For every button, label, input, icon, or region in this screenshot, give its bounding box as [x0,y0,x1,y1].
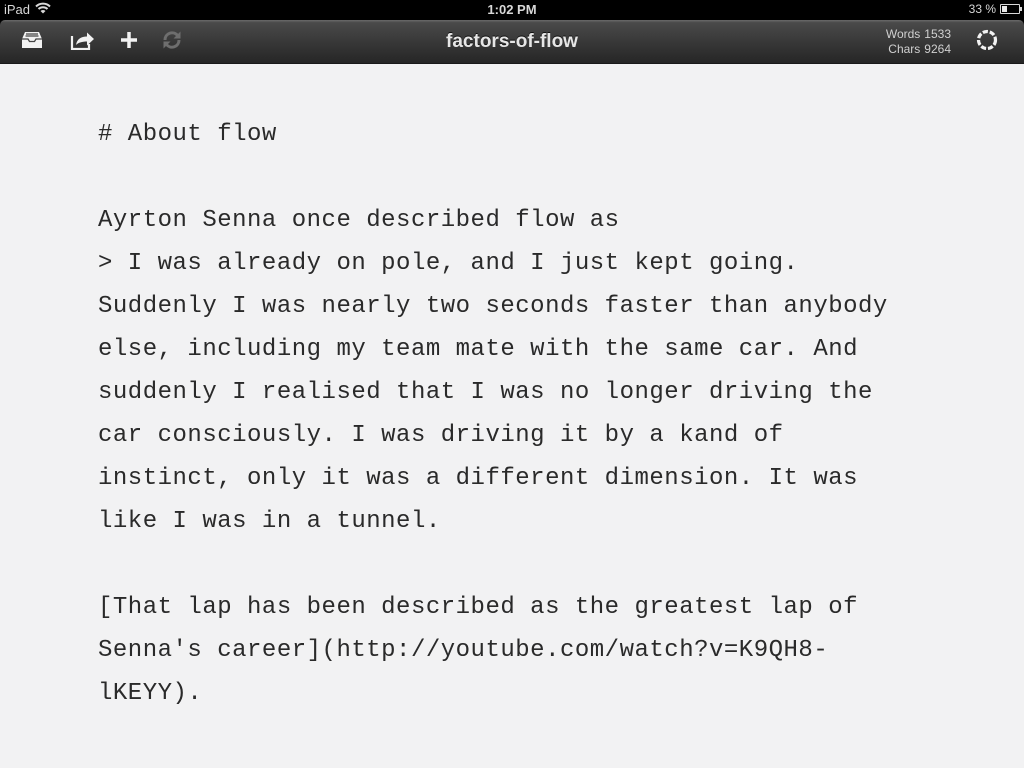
dashed-circle-icon [975,28,999,57]
toolbar: factors-of-flow Words 1533 Chars 9264 [0,20,1024,64]
editor-line[interactable]: like I was in a tunnel. [98,500,898,543]
editor-line[interactable]: lKEYY). [98,672,898,715]
focus-mode-button[interactable] [973,28,1001,56]
editor-line[interactable] [98,156,898,199]
document-stats: Words 1533 Chars 9264 [882,27,951,57]
editor-line[interactable]: else, including my team mate with the sa… [98,328,898,371]
editor-line[interactable]: instinct, only it was a different dimens… [98,457,898,500]
char-count-label: Chars [888,42,921,56]
battery: 33 % [968,2,1022,16]
editor-line[interactable]: Ayrton Senna once described flow as [98,199,898,242]
editor-line[interactable]: [That lap has been described as the grea… [98,586,898,629]
char-count-value: 9264 [924,42,951,56]
status-bar: iPad 1:02 PM 33 % [0,0,1024,20]
text-editor[interactable]: # About flow Ayrton Senna once described … [98,113,898,715]
editor-line[interactable]: car consciously. I was driving it by a k… [98,414,898,457]
clock: 1:02 PM [487,2,537,17]
editor-line[interactable]: Senna's career](http://youtube.com/watch… [98,629,898,672]
editor-line[interactable]: # About flow [98,113,898,156]
battery-level-fill [1002,6,1007,12]
editor-line[interactable]: Suddenly I was nearly two seconds faster… [98,285,898,328]
editor-line[interactable]: suddenly I realised that I was no longer… [98,371,898,414]
word-count-value: 1533 [924,27,951,41]
char-count: Chars 9264 [882,42,951,57]
editor-area[interactable]: # About flow Ayrton Senna once described … [0,64,1024,768]
document-title: factors-of-flow [446,31,578,52]
battery-percent: 33 % [968,2,996,16]
battery-icon [1000,4,1022,14]
word-count: Words 1533 [882,27,951,42]
editor-line[interactable] [98,543,898,586]
word-count-label: Words [885,27,921,41]
editor-line[interactable]: > I was already on pole, and I just kept… [98,242,898,285]
